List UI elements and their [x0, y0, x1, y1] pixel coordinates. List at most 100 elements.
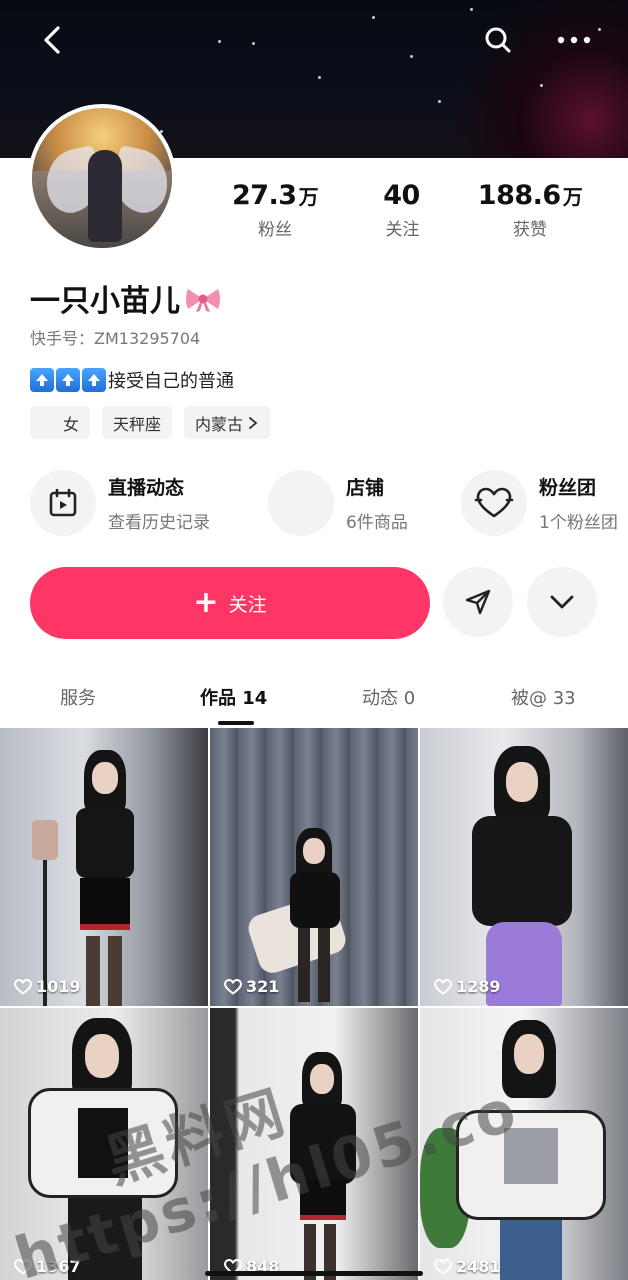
- feature-title: 粉丝团: [539, 477, 597, 499]
- search-icon: [485, 27, 511, 53]
- work-likes-count: 321: [246, 977, 280, 996]
- tab-mentions[interactable]: 被@ 33: [511, 684, 576, 710]
- stat-likes[interactable]: 188.6 万 获赞: [455, 180, 605, 240]
- heart-outline-icon: [224, 978, 242, 995]
- calendar-play-icon: [49, 488, 77, 517]
- feature-subtitle: 1个粉丝团: [539, 513, 618, 533]
- tag-constellation[interactable]: 天秤座: [102, 406, 173, 439]
- heart-outline-icon: [434, 978, 452, 995]
- phone-on-stand: [32, 820, 58, 860]
- tab-label: 作品 14: [200, 688, 268, 709]
- profile-tags: 女 天秤座 内蒙古: [30, 406, 271, 439]
- feature-live-history[interactable]: 直播动态 查看历史记录: [30, 470, 210, 536]
- person-face: [303, 838, 325, 864]
- profile-nickname: 一只小苗儿: [30, 276, 222, 320]
- feature-icon-wrap: [30, 470, 96, 536]
- avatar[interactable]: [28, 104, 176, 252]
- search-button[interactable]: [478, 20, 518, 60]
- banner-star: [218, 40, 221, 43]
- person-top: [76, 808, 134, 878]
- banner-star: [598, 28, 601, 31]
- thumbnail-person: [468, 746, 578, 1006]
- chevron-right-icon: [249, 416, 258, 429]
- person-leg: [318, 928, 330, 1002]
- tab-works[interactable]: 作品 14: [200, 684, 267, 710]
- work-likes: 2481: [434, 1257, 501, 1276]
- nickname-text: 一只小苗儿: [30, 284, 180, 319]
- stat-label: 获赞: [513, 220, 547, 240]
- bio-text: 接受自己的普通: [108, 371, 234, 392]
- banner-star: [410, 55, 413, 58]
- follow-button[interactable]: + 关注: [30, 567, 430, 639]
- work-likes-count: 2481: [456, 1257, 501, 1276]
- banner-star: [318, 76, 321, 79]
- more-button[interactable]: [554, 20, 594, 60]
- chevron-down-icon: [550, 595, 574, 609]
- up-arrow-emoji-icon: [82, 368, 106, 392]
- thumbnail-person: [70, 750, 140, 1006]
- plus-icon: +: [193, 585, 219, 620]
- person-face: [506, 762, 538, 802]
- feature-fan-group[interactable]: 粉丝团 1个粉丝团: [461, 470, 618, 536]
- tab-services[interactable]: 服务: [60, 684, 96, 710]
- person-leg: [86, 936, 100, 1006]
- work-likes-count: 1019: [36, 977, 81, 996]
- follow-label: 关注: [228, 593, 267, 616]
- stat-following[interactable]: 40 关注: [350, 180, 455, 240]
- banner-star: [540, 84, 543, 87]
- feature-shop[interactable]: 店铺 6件商品: [268, 470, 408, 536]
- stat-unit: 万: [298, 185, 319, 209]
- work-thumbnail[interactable]: 1019: [0, 728, 208, 1006]
- profile-bio: 接受自己的普通: [30, 367, 234, 393]
- person-leg: [298, 928, 310, 1002]
- shop-icon: [268, 470, 334, 536]
- stat-value: 27.3: [231, 180, 297, 211]
- tab-label: 服务: [60, 688, 96, 709]
- tag-label: 内蒙古: [195, 414, 244, 434]
- expand-button[interactable]: [527, 567, 597, 637]
- message-button[interactable]: [443, 567, 513, 637]
- banner-star: [470, 8, 473, 11]
- work-likes: 1289: [434, 977, 501, 996]
- home-indicator: [205, 1271, 423, 1276]
- tab-label: 被@ 33: [511, 688, 576, 709]
- stat-label: 粉丝: [258, 220, 292, 240]
- tab-label: 动态 0: [362, 688, 416, 709]
- avatar-figure: [88, 150, 122, 242]
- stat-unit: 万: [562, 185, 583, 209]
- feature-subtitle: 查看历史记录: [108, 513, 210, 533]
- feature-subtitle: 6件商品: [346, 513, 408, 533]
- banner-star: [438, 100, 441, 103]
- up-arrow-emoji-icon: [30, 368, 54, 392]
- chevron-left-icon: [44, 26, 60, 54]
- work-likes: 321: [224, 977, 279, 996]
- heart-outline-icon: [434, 1258, 452, 1275]
- tag-label: 天秤座: [113, 414, 162, 434]
- tab-moments[interactable]: 动态 0: [362, 684, 415, 710]
- tag-label: 女: [62, 414, 79, 434]
- work-thumbnail[interactable]: 1289: [420, 728, 628, 1006]
- feature-title: 直播动态: [108, 477, 185, 499]
- work-likes: 1019: [14, 977, 81, 996]
- tag-gender[interactable]: 女: [30, 406, 90, 439]
- heart-outline-icon: [14, 978, 32, 995]
- work-thumbnail[interactable]: 321: [210, 728, 418, 1006]
- back-button[interactable]: [32, 20, 72, 60]
- profile-id[interactable]: 快手号：ZM13295704: [30, 325, 200, 349]
- person-dress: [290, 872, 340, 928]
- up-arrow-emoji-icon: [56, 368, 80, 392]
- feature-icon-wrap: [461, 470, 527, 536]
- banner-star: [252, 42, 255, 45]
- stat-fans[interactable]: 27.3 万 粉丝: [200, 180, 350, 240]
- bow-emoji-icon: [184, 285, 222, 312]
- profile-stats: 27.3 万 粉丝 40 关注 188.6 万 获赞: [200, 180, 620, 240]
- work-likes-count: 1289: [456, 977, 501, 996]
- profile-id-label: 快手号：: [30, 329, 95, 348]
- feature-title: 店铺: [346, 477, 385, 499]
- profile-id-value: ZM13295704: [94, 329, 201, 348]
- tag-location[interactable]: 内蒙古: [184, 406, 271, 439]
- heart-icon: [474, 487, 514, 518]
- person-face: [92, 762, 118, 794]
- stat-value: 188.6: [477, 180, 561, 211]
- person-skirt: [80, 878, 130, 930]
